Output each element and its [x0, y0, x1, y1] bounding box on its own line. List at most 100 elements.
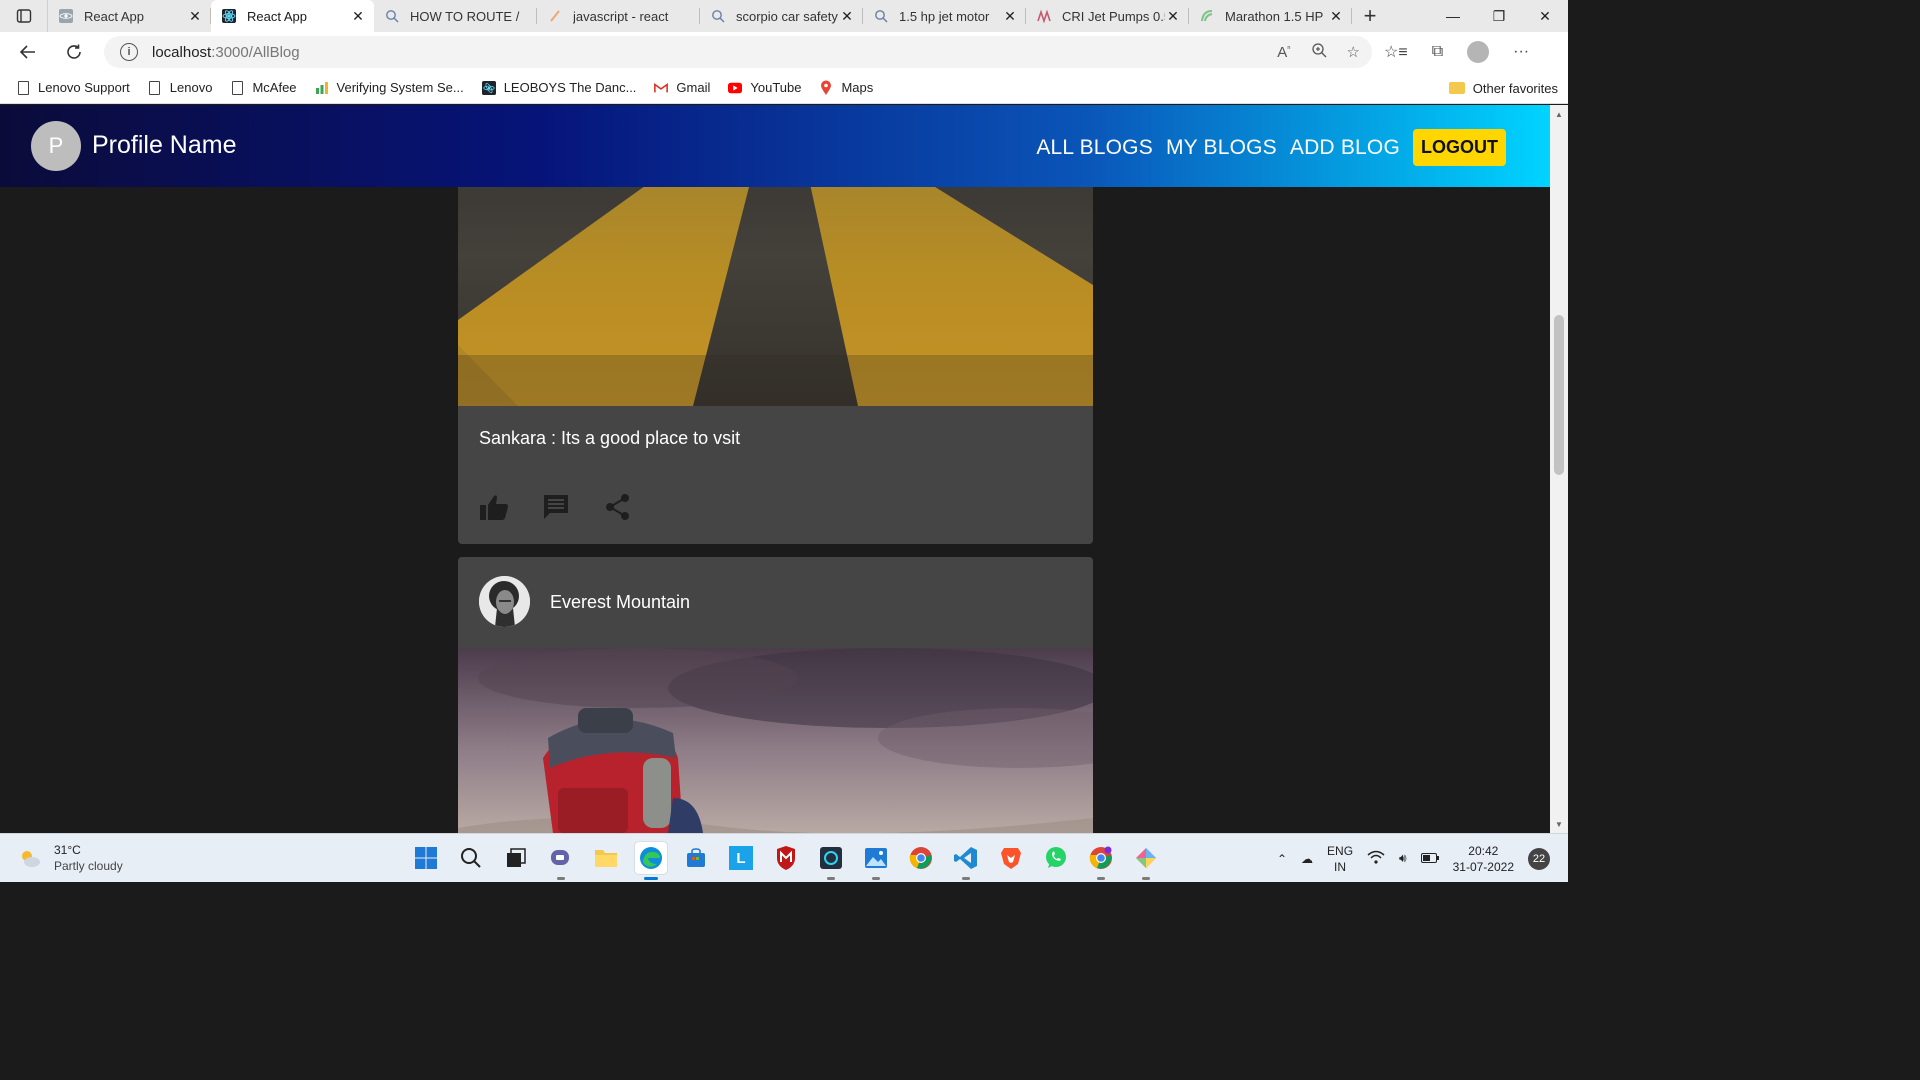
favorites-icon[interactable]: ☆≡ — [1384, 42, 1408, 62]
url-field[interactable]: i localhost:3000/AllBlog Aⁿ ☆ — [104, 36, 1372, 68]
git-kraken-app[interactable] — [1130, 842, 1162, 880]
scroll-up-icon[interactable]: ▲ — [1550, 107, 1568, 121]
share-button[interactable] — [603, 492, 633, 522]
running-indicator — [962, 877, 970, 880]
more-options-icon[interactable]: ··· — [1513, 43, 1529, 61]
lang-top: ENG — [1327, 843, 1354, 858]
close-icon[interactable]: ✕ — [839, 8, 855, 25]
bookmark-lenovo[interactable]: Lenovo — [148, 80, 212, 96]
tab-react-app-2[interactable]: React App ✕ — [211, 0, 374, 32]
nav-add-blog[interactable]: ADD BLOG — [1290, 136, 1400, 160]
date: 31-07-2022 — [1452, 859, 1514, 874]
bookmark-lenovo-support[interactable]: Lenovo Support — [16, 80, 130, 96]
time: 20:42 — [1468, 843, 1499, 858]
site-info-icon[interactable]: i — [120, 43, 138, 61]
author-avatar[interactable] — [479, 576, 530, 627]
bookmark-youtube[interactable]: YouTube — [728, 80, 801, 96]
other-favorites[interactable]: Other favorites — [1448, 72, 1558, 104]
wifi-icon[interactable] — [1367, 850, 1385, 867]
close-window-button[interactable]: ✕ — [1522, 0, 1568, 32]
scroll-down-icon[interactable]: ▼ — [1550, 817, 1568, 831]
tab-javascript-react[interactable]: javascript - react — [537, 0, 700, 32]
restore-button[interactable]: ❐ — [1476, 0, 1522, 32]
bookmark-label: Gmail — [676, 80, 711, 95]
start-button[interactable] — [410, 842, 442, 874]
volume-icon[interactable]: 🔊︎ — [1399, 851, 1407, 866]
tab-actions-button[interactable] — [0, 0, 48, 32]
nav-my-blogs[interactable]: MY BLOGS — [1166, 136, 1277, 160]
bookmark-leoboys[interactable]: LEOBOYS The Danc... — [481, 80, 636, 96]
browser-profile-avatar[interactable] — [1467, 41, 1490, 63]
close-icon[interactable]: ✕ — [187, 8, 203, 25]
close-icon[interactable]: ✕ — [350, 8, 366, 25]
tab-react-app-1[interactable]: React App ✕ — [48, 0, 211, 32]
bookmark-maps[interactable]: Maps — [819, 80, 873, 96]
refresh-button[interactable] — [54, 32, 94, 72]
chrome-app[interactable] — [905, 842, 937, 874]
add-favorite-icon[interactable]: ☆ — [1347, 43, 1360, 61]
chart-icon — [315, 80, 329, 96]
tab-jet-motor[interactable]: 1.5 hp jet motor ✕ — [863, 0, 1026, 32]
back-button[interactable] — [8, 32, 48, 72]
task-view-icon — [507, 848, 526, 867]
chrome-profile-app[interactable] — [1085, 842, 1117, 880]
bookmark-label: YouTube — [750, 80, 802, 95]
vscode-app[interactable] — [950, 842, 982, 880]
page-scrollbar[interactable]: ▲ ▼ — [1550, 105, 1568, 833]
weather-widget[interactable]: 31°C Partly cloudy — [18, 842, 123, 874]
battery-icon[interactable] — [1420, 852, 1439, 866]
taskbar-apps: L — [410, 842, 1162, 880]
close-icon[interactable]: ✕ — [1328, 8, 1344, 25]
window-controls: — ❐ ✕ — [1430, 0, 1568, 32]
nav-all-blogs[interactable]: ALL BLOGS — [1036, 136, 1153, 160]
thumbs-up-icon — [480, 495, 508, 520]
tab-marathon[interactable]: Marathon 1.5 HP ✕ — [1189, 0, 1352, 32]
clock[interactable]: 20:42 31-07-2022 — [1453, 843, 1514, 875]
bookmarks-bar: Lenovo Support Lenovo McAfee Verifying S… — [0, 72, 1568, 104]
notification-badge[interactable]: 22 — [1528, 847, 1550, 870]
read-aloud-icon[interactable]: Aⁿ — [1277, 43, 1290, 61]
close-icon[interactable]: ✕ — [1165, 8, 1181, 25]
task-view-button[interactable] — [500, 842, 532, 874]
photos-app[interactable] — [860, 842, 892, 880]
search-icon — [384, 8, 400, 24]
edge-app[interactable] — [635, 842, 667, 880]
bookmark-mcafee[interactable]: McAfee — [230, 80, 297, 96]
tab-how-to-route[interactable]: HOW TO ROUTE / — [374, 0, 537, 32]
logout-button[interactable]: LOGOUT — [1413, 129, 1506, 166]
search-button[interactable] — [455, 842, 487, 874]
profile-name[interactable]: Profile Name — [92, 131, 237, 160]
comment-button[interactable] — [541, 492, 571, 522]
alexa-app[interactable] — [815, 842, 847, 880]
bookmark-label: Maps — [841, 80, 874, 95]
show-hidden-icons[interactable]: ⌃ — [1277, 852, 1287, 866]
file-explorer-app[interactable] — [590, 842, 622, 874]
tab-cri-jet-pumps[interactable]: CRI Jet Pumps 0.5 ✕ — [1026, 0, 1189, 32]
scroll-thumb[interactable] — [1554, 315, 1564, 475]
like-button[interactable] — [479, 492, 509, 522]
whatsapp-app[interactable] — [1040, 842, 1072, 874]
tab-title: javascript - react — [573, 8, 669, 24]
tab-scorpio-car[interactable]: scorpio car safety ✕ — [700, 0, 863, 32]
mcafee-app[interactable] — [770, 842, 802, 874]
brave-app[interactable] — [995, 842, 1027, 874]
bookmark-gmail[interactable]: Gmail — [654, 80, 710, 96]
new-tab-button[interactable]: + — [1352, 0, 1388, 32]
store-app[interactable] — [680, 842, 712, 874]
running-indicator — [827, 877, 835, 880]
search-icon — [873, 8, 889, 24]
close-icon[interactable]: ✕ — [1002, 8, 1018, 25]
zoom-icon[interactable] — [1311, 42, 1327, 62]
lenovo-vantage-app[interactable]: L — [725, 842, 757, 874]
windows-icon — [415, 847, 437, 869]
collections-icon[interactable]: ⧉ — [1432, 43, 1443, 61]
onedrive-icon[interactable]: ☁ — [1301, 852, 1313, 866]
teams-app[interactable] — [545, 842, 577, 880]
bookmark-verifying-system[interactable]: Verifying System Se... — [315, 80, 464, 96]
react-icon — [58, 8, 74, 24]
profile-avatar[interactable]: P — [31, 121, 81, 171]
back-arrow-icon — [19, 45, 35, 59]
mcafee-shield-icon — [777, 846, 795, 870]
input-language[interactable]: ENG IN — [1327, 843, 1353, 875]
minimize-button[interactable]: — — [1430, 0, 1476, 32]
